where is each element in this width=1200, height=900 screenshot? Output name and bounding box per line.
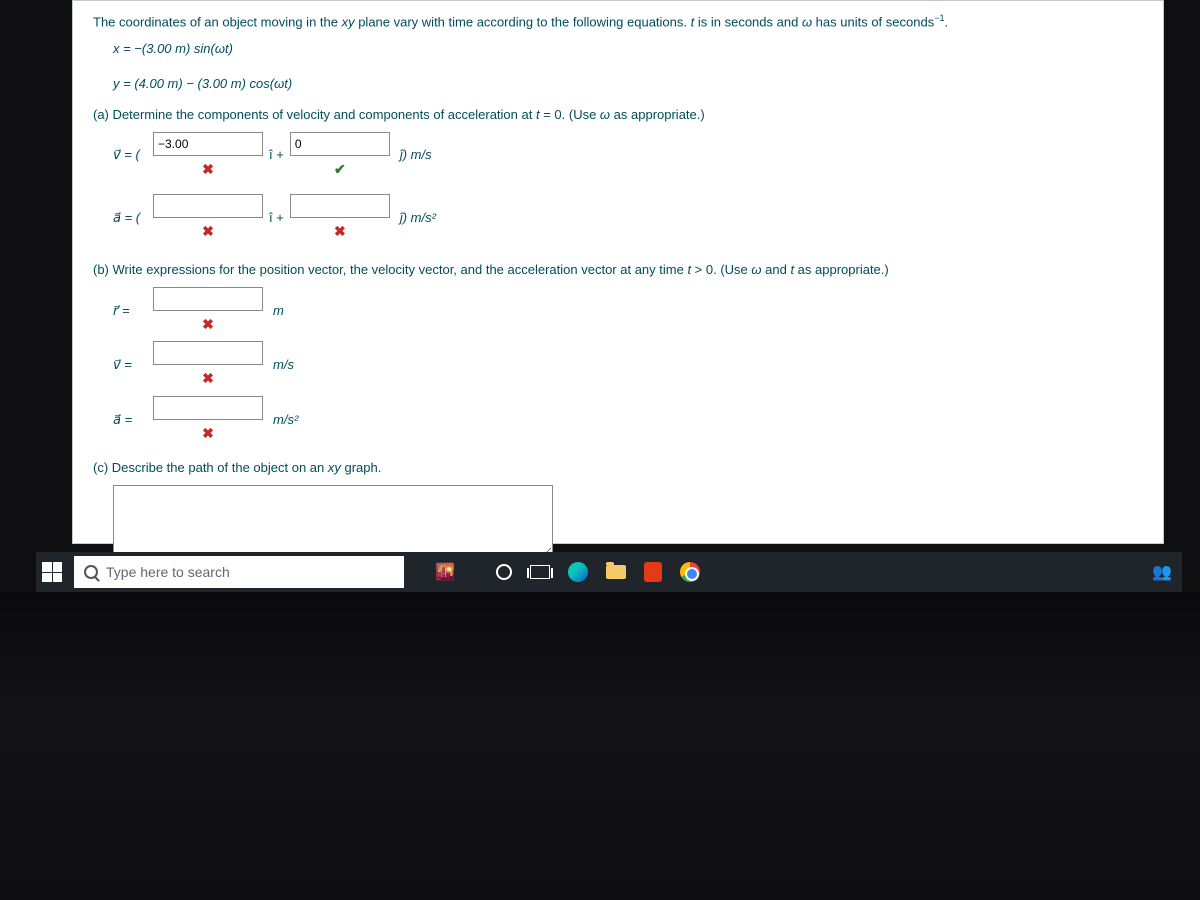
- check-icon: ✔: [334, 158, 346, 180]
- task-view-icon[interactable]: [530, 565, 550, 579]
- ab-row: a⃗ = ✖ m/s²: [113, 396, 1143, 444]
- acceleration-row: a⃗ = ( ✖ î + ✖ ĵ) m/s²: [113, 194, 1143, 242]
- part-c-textarea[interactable]: [113, 485, 553, 557]
- wrong-icon: ✖: [202, 367, 214, 389]
- problem-panel: The coordinates of an object moving in t…: [72, 0, 1164, 544]
- ab-input[interactable]: [153, 396, 263, 420]
- a-j-input[interactable]: [290, 194, 390, 218]
- search-placeholder: Type here to search: [106, 564, 230, 580]
- a-i-input[interactable]: [153, 194, 263, 218]
- part-a-prompt: (a) Determine the components of velocity…: [93, 105, 1143, 126]
- a-label: a⃗ = (: [113, 208, 147, 229]
- vb-input[interactable]: [153, 341, 263, 365]
- i-hat-plus: î +: [269, 208, 284, 229]
- r-label: r⃗ =: [113, 301, 147, 322]
- desk-surface: [0, 592, 1200, 900]
- chrome-icon[interactable]: [680, 562, 700, 582]
- wrong-icon: ✖: [202, 422, 214, 444]
- file-explorer-icon[interactable]: [606, 565, 626, 579]
- taskbar: Type here to search 🌇 👥: [36, 552, 1182, 592]
- wrong-icon: ✖: [334, 220, 346, 242]
- vb-label: v⃗ =: [113, 355, 147, 376]
- people-icon[interactable]: 👥: [1152, 562, 1172, 582]
- start-button[interactable]: [42, 562, 62, 582]
- office-icon[interactable]: [644, 562, 662, 582]
- a-unit: ĵ) m/s²: [400, 208, 436, 229]
- ab-unit: m/s²: [273, 410, 298, 431]
- wrong-icon: ✖: [202, 220, 214, 242]
- search-box[interactable]: Type here to search: [74, 556, 404, 588]
- equation-y: y = (4.00 m) − (3.00 m) cos(ωt): [113, 74, 1143, 95]
- v-unit: ĵ) m/s: [400, 145, 432, 166]
- i-hat-plus: î +: [269, 145, 284, 166]
- velocity-row: v⃗ = ( ✖ î + ✔ ĵ) m/s: [113, 132, 1143, 180]
- v-label: v⃗ = (: [113, 145, 147, 166]
- problem-intro: The coordinates of an object moving in t…: [93, 11, 1143, 33]
- v-j-input[interactable]: [290, 132, 390, 156]
- r-unit: m: [273, 301, 284, 322]
- r-row: r⃗ = ✖ m: [113, 287, 1143, 335]
- search-icon: [84, 565, 98, 579]
- weather-widget[interactable]: 🌇: [416, 557, 474, 587]
- ab-label: a⃗ =: [113, 410, 147, 431]
- r-input[interactable]: [153, 287, 263, 311]
- edge-icon[interactable]: [568, 562, 588, 582]
- part-c-prompt: (c) Describe the path of the object on a…: [93, 458, 1143, 479]
- equation-x: x = −(3.00 m) sin(ωt): [113, 39, 1143, 60]
- v-i-input[interactable]: [153, 132, 263, 156]
- wrong-icon: ✖: [202, 158, 214, 180]
- part-b-prompt: (b) Write expressions for the position v…: [93, 260, 1143, 281]
- vb-row: v⃗ = ✖ m/s: [113, 341, 1143, 389]
- wrong-icon: ✖: [202, 313, 214, 335]
- vb-unit: m/s: [273, 355, 294, 376]
- cortana-icon[interactable]: [496, 564, 512, 580]
